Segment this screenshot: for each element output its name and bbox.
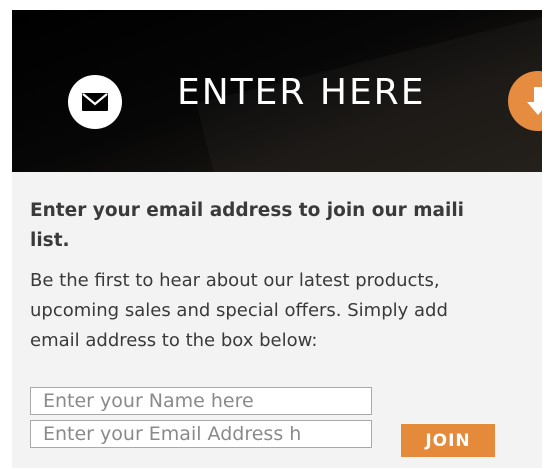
banner-title: ENTER HERE (177, 72, 426, 113)
description-line-2: upcoming sales and special offers. Simpl… (30, 300, 448, 321)
arrow-down-icon[interactable] (508, 71, 542, 131)
envelope-icon (68, 75, 122, 129)
join-button[interactable]: JOIN (401, 424, 495, 457)
description-line-1: Be the first to hear about our latest pr… (30, 270, 440, 291)
headline-line-1: Enter your email address to join our mai… (30, 200, 465, 221)
description-line-3: email address to the box below: (30, 330, 318, 351)
headline: Enter your email address to join our mai… (30, 196, 542, 256)
name-input[interactable] (30, 387, 372, 415)
mailing-list-panel: ENTER HERE Enter your email address to j… (12, 10, 542, 468)
headline-line-2: list. (30, 230, 70, 251)
signup-text: Enter your email address to join our mai… (30, 196, 542, 356)
banner: ENTER HERE (12, 10, 542, 172)
email-input[interactable] (30, 420, 372, 448)
description: Be the first to hear about our latest pr… (30, 266, 542, 356)
